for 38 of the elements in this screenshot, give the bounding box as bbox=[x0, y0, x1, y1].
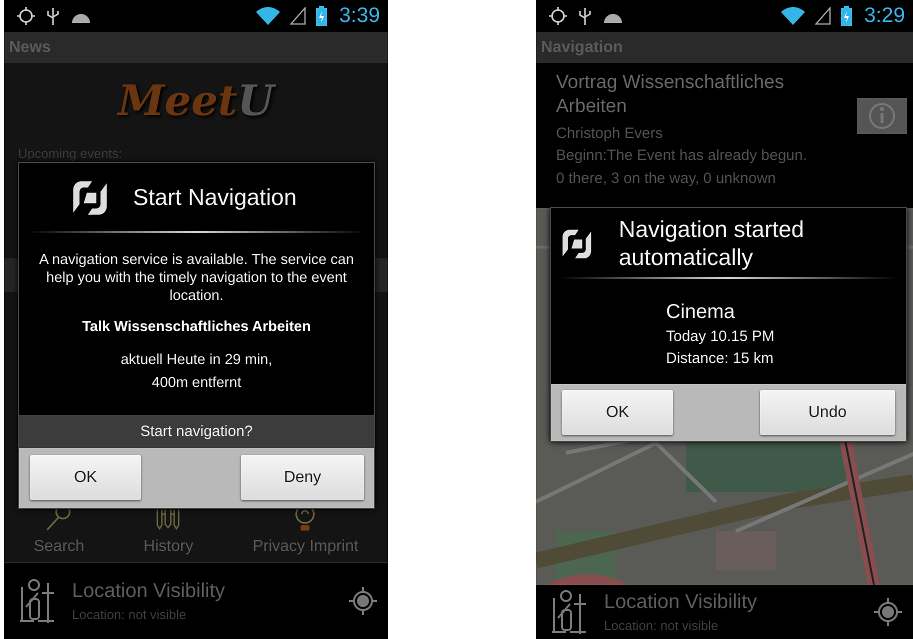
signal-icon bbox=[815, 7, 832, 25]
event-detail: aktuell Heute in 29 min, bbox=[120, 351, 272, 370]
battery-icon bbox=[316, 6, 328, 26]
event-detail: 400m entfernt bbox=[152, 374, 242, 394]
app-logo: MeetU bbox=[118, 76, 274, 125]
dialog-button[interactable]: Deny bbox=[241, 455, 364, 500]
usb-icon bbox=[578, 6, 592, 26]
locate-icon[interactable] bbox=[348, 586, 378, 616]
locate-icon[interactable] bbox=[873, 597, 903, 627]
dialog-question: Start navigation? bbox=[19, 415, 374, 448]
location-status: Location: not visible bbox=[604, 618, 720, 633]
dialog-button[interactable]: OK bbox=[562, 390, 673, 436]
place-name: Cinema bbox=[666, 300, 735, 326]
wifi-icon bbox=[781, 7, 806, 25]
dialog-title: Start Navigation bbox=[133, 184, 297, 212]
dialog-button[interactable]: Undo bbox=[760, 390, 895, 436]
location-title: Location Visibility bbox=[72, 580, 226, 603]
event-begin: Beginn:The Event has already begun. bbox=[556, 146, 808, 166]
dialog-button[interactable]: OK bbox=[30, 455, 141, 500]
info-icon bbox=[867, 101, 897, 131]
battery-icon bbox=[841, 6, 852, 26]
gps-icon bbox=[16, 6, 36, 26]
event-distance: Distance: 15 km bbox=[666, 348, 774, 368]
usb-icon bbox=[46, 6, 60, 26]
event-name: Talk Wissenschaftliches Arbeiten bbox=[82, 319, 311, 336]
event-attendance: 0 there, 3 on the way, 0 unknown bbox=[556, 168, 777, 188]
clock-time: 3:39 bbox=[339, 4, 380, 28]
location-status: Location: not visible bbox=[72, 607, 188, 622]
clock-time: 3:29 bbox=[864, 4, 905, 28]
location-title: Location Visibility bbox=[604, 591, 758, 614]
wifi-icon bbox=[256, 7, 280, 25]
event-time: Today 10.15 PM bbox=[666, 327, 774, 347]
event-speaker: Christoph Evers bbox=[556, 124, 664, 144]
event-title: Vortrag Wissenschaftliches Arbeiten bbox=[556, 71, 786, 118]
dialog-title: Navigation started automatically bbox=[618, 216, 806, 272]
dialog-message: A navigation service is available. The service can help you with the timely navigation to the event location. bbox=[38, 251, 355, 306]
signal-icon bbox=[290, 7, 306, 25]
gps-icon bbox=[548, 6, 568, 26]
